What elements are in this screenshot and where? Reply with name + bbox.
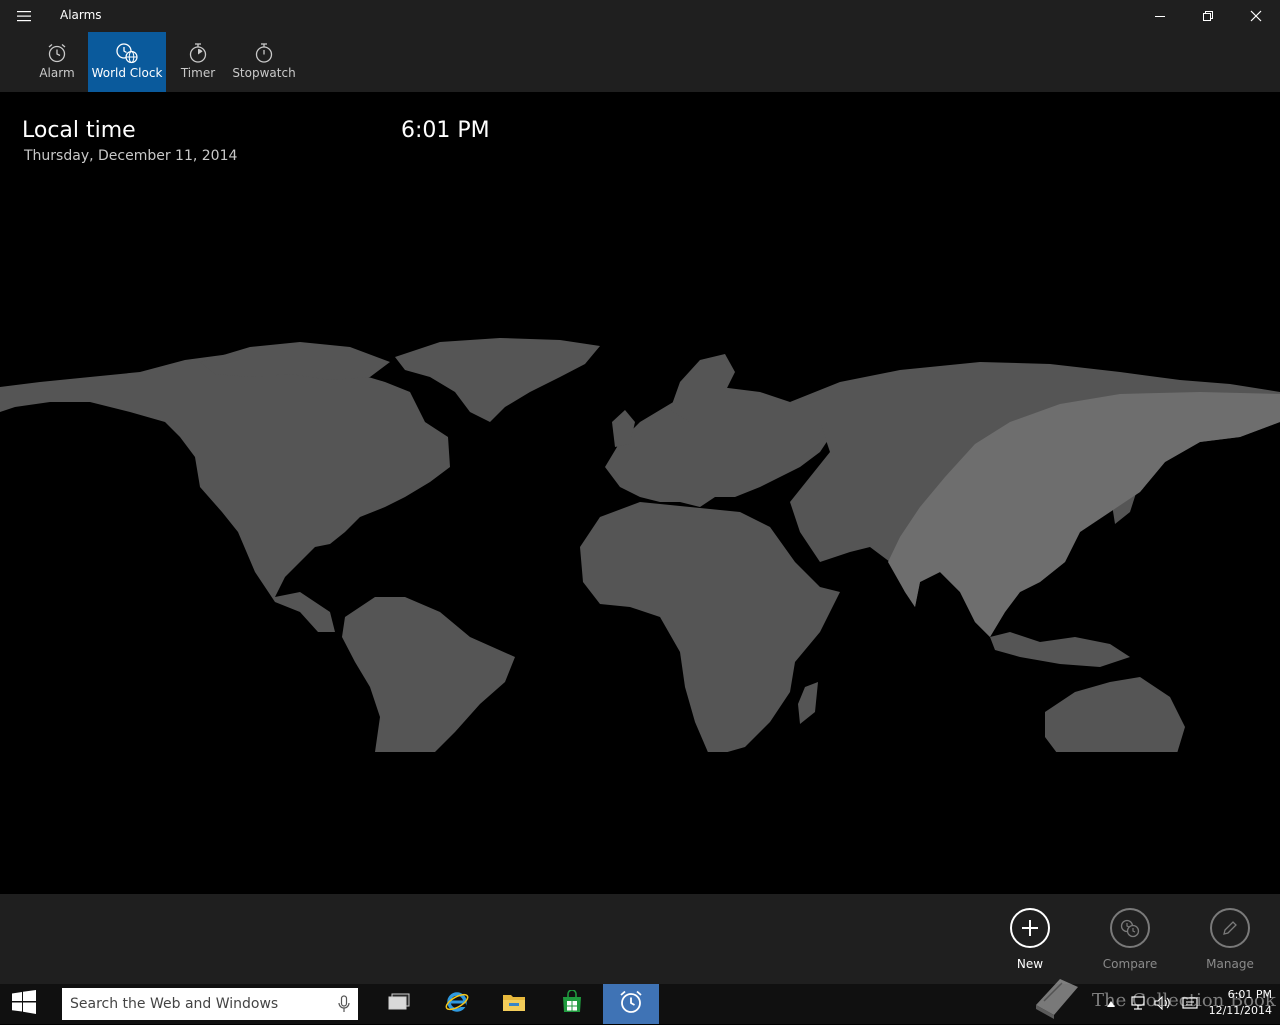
south-america — [342, 597, 515, 752]
local-date: Thursday, December 11, 2014 — [24, 148, 238, 164]
title-bar: Alarms — [0, 0, 1280, 32]
world-clock-view: Local time 6:01 PM Thursday, December 11… — [0, 92, 1280, 894]
volume-icon[interactable] — [1154, 995, 1172, 1014]
pencil-icon — [1210, 908, 1250, 948]
restore-button[interactable] — [1185, 0, 1231, 32]
arctic-islands — [200, 342, 390, 380]
windows-logo-icon — [11, 990, 37, 1018]
timer-icon — [187, 42, 209, 64]
manage-label: Manage — [1206, 957, 1254, 971]
minimize-icon — [1154, 7, 1166, 26]
close-icon — [1250, 7, 1262, 26]
compare-icon — [1110, 908, 1150, 948]
search-box — [62, 988, 358, 1020]
restore-icon — [1202, 7, 1214, 26]
start-button[interactable] — [0, 984, 48, 1024]
internet-explorer-icon — [444, 989, 470, 1019]
manage-button[interactable]: Manage — [1195, 908, 1265, 971]
microphone-icon[interactable] — [338, 995, 350, 1017]
tab-bar: Alarm World Clock Timer Stopwatch — [0, 32, 1280, 92]
alarm-clock-icon — [46, 42, 68, 64]
tab-label: Stopwatch — [232, 66, 296, 80]
task-view-icon — [387, 992, 411, 1016]
new-button[interactable]: New — [995, 908, 1065, 971]
alarms-app-icon — [618, 989, 644, 1019]
world-clock-icon — [115, 42, 139, 64]
tab-label: Alarm — [39, 66, 75, 80]
hamburger-icon[interactable] — [10, 6, 38, 26]
indonesia — [990, 632, 1130, 667]
internet-explorer-button[interactable] — [429, 984, 485, 1024]
store-icon — [560, 989, 584, 1018]
north-america — [0, 354, 450, 632]
network-icon[interactable] — [1130, 995, 1146, 1014]
close-button[interactable] — [1233, 0, 1279, 32]
world-map[interactable] — [0, 232, 1280, 752]
stopwatch-icon — [253, 42, 275, 64]
compare-button[interactable]: Compare — [1095, 908, 1165, 971]
command-bar: New Compare Manage — [0, 894, 1280, 984]
tab-label: Timer — [180, 66, 216, 80]
australia — [1045, 677, 1185, 752]
tab-world-clock[interactable]: World Clock — [88, 32, 166, 92]
tab-alarm[interactable]: Alarm — [30, 32, 84, 92]
tab-timer[interactable]: Timer — [172, 32, 224, 92]
new-label: New — [1016, 957, 1044, 971]
compare-label: Compare — [1102, 957, 1158, 971]
action-center-icon[interactable] — [1182, 995, 1198, 1014]
minimize-button[interactable] — [1137, 0, 1183, 32]
book-icon — [1030, 975, 1082, 1025]
local-time-value: 6:01 PM — [401, 118, 490, 143]
tab-label: World Clock — [91, 66, 163, 80]
search-input[interactable] — [62, 988, 332, 1020]
tab-stopwatch[interactable]: Stopwatch — [230, 32, 298, 92]
file-explorer-icon — [501, 991, 527, 1017]
taskbar-time: 6:01 PM — [1227, 988, 1272, 1001]
chevron-up-icon[interactable] — [1104, 1001, 1118, 1007]
store-button[interactable] — [544, 984, 600, 1024]
greenland — [395, 338, 600, 422]
plus-icon — [1010, 908, 1050, 948]
madagascar — [798, 682, 818, 724]
app-title: Alarms — [60, 8, 102, 22]
task-view-button[interactable] — [371, 984, 427, 1024]
file-explorer-button[interactable] — [486, 984, 542, 1024]
taskbar-date: 12/11/2014 — [1208, 1004, 1272, 1017]
system-tray — [1104, 984, 1198, 1024]
local-time-label: Local time — [22, 118, 136, 143]
taskbar-clock[interactable]: 6:01 PM 12/11/2014 — [1204, 987, 1272, 1019]
alarms-app-button[interactable] — [603, 984, 659, 1024]
